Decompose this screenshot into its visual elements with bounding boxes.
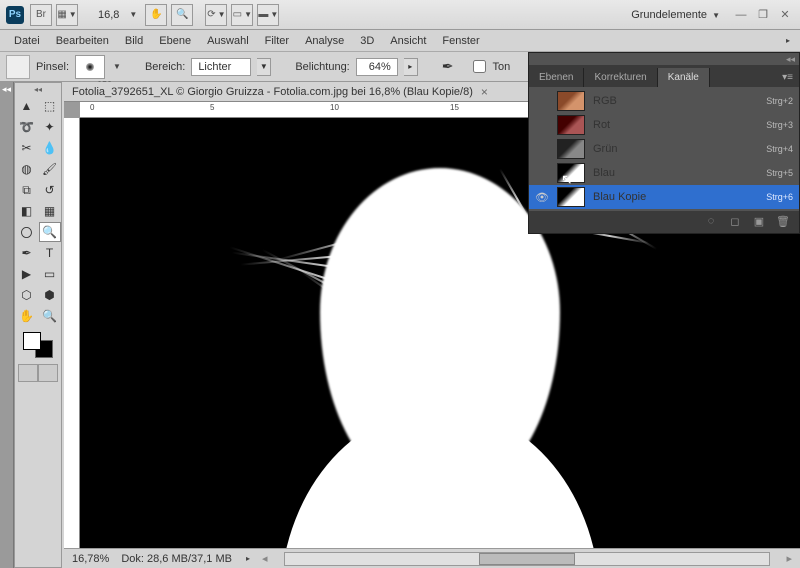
close-tab-icon[interactable]: × [481, 85, 488, 99]
wand-tool[interactable]: ✦ [39, 117, 61, 137]
pen-tool[interactable]: ✒ [16, 243, 38, 263]
menu-analyse[interactable]: Analyse [297, 32, 352, 50]
range-label: Bereich: [145, 61, 185, 73]
current-tool-icon[interactable] [6, 55, 30, 79]
stamp-tool[interactable]: ⧉ [16, 180, 38, 200]
arrange-icon[interactable]: ▭▼ [231, 4, 253, 26]
channel-blau[interactable]: BlauStrg+5 [529, 161, 799, 185]
heal-tool[interactable]: ◍ [16, 159, 38, 179]
panel-footer: ◌ ◻ ▣ 🗑 [529, 211, 799, 233]
menu-3d[interactable]: 3D [352, 32, 382, 50]
exposure-label: Belichtung: [295, 61, 349, 73]
minimize-button[interactable]: — [732, 7, 750, 23]
channels-panel: ◂◂ Ebenen Korrekturen Kanäle ▾≡ RGBStrg+… [528, 52, 800, 234]
visibility-toggle[interactable] [535, 118, 549, 132]
app-logo-icon: Ps [6, 6, 24, 24]
3d-tool[interactable]: ⬡ [16, 285, 38, 305]
exposure-field[interactable]: 64% [356, 58, 398, 76]
panel-collapse-icon[interactable]: ◂◂ [786, 54, 795, 65]
brush-tool[interactable]: 🖌 [39, 159, 61, 179]
screen-mode-icon[interactable]: ▬▼ [257, 4, 279, 26]
menu-auswahl[interactable]: Auswahl [199, 32, 257, 50]
eyedropper-tool[interactable]: 💧 [39, 138, 61, 158]
path-select-tool[interactable]: ▶ [16, 264, 38, 284]
range-select[interactable]: Lichter [191, 58, 251, 76]
status-bar: 16,78% Dok: 28,6 MB/37,1 MB▸ ◂ ▸ [64, 548, 800, 568]
quick-mask-toggle[interactable] [18, 364, 58, 382]
menu-bearbeiten[interactable]: Bearbeiten [48, 32, 117, 50]
zoom-status[interactable]: 16,78% [72, 553, 109, 565]
eraser-tool[interactable]: ◧ [16, 201, 38, 221]
new-channel-icon[interactable]: ▣ [751, 215, 767, 229]
close-button[interactable]: ✕ [776, 7, 794, 23]
menu-bild[interactable]: Bild [117, 32, 151, 50]
blur-tool[interactable]: 〇 [16, 222, 38, 242]
doc-size-status[interactable]: Dok: 28,6 MB/37,1 MB [121, 553, 232, 565]
visibility-toggle[interactable] [535, 166, 549, 180]
restore-button[interactable]: ❐ [754, 7, 772, 23]
toolbox: ◂◂ ▲⬚ ➰✦ ✂💧 ◍🖌 ⧉↺ ◧▦ 〇🔍 ✒T ▶▭ ⬡⬢ ✋🔍 [14, 82, 62, 568]
lasso-tool[interactable]: ➰ [16, 117, 38, 137]
tab-kanaele[interactable]: Kanäle [658, 68, 710, 87]
color-swatches[interactable] [23, 332, 53, 358]
visibility-toggle[interactable] [535, 142, 549, 156]
menu-fenster[interactable]: Fenster [434, 32, 487, 50]
marquee-tool[interactable]: ⬚ [39, 96, 61, 116]
channel-rgb[interactable]: RGBStrg+2 [529, 89, 799, 113]
channel-gruen[interactable]: GrünStrg+4 [529, 137, 799, 161]
3d-camera-tool[interactable]: ⬢ [39, 285, 61, 305]
collapsed-panel-strip[interactable]: ◂◂ [0, 82, 14, 568]
zoom-tool2[interactable]: 🔍 [39, 306, 61, 326]
menu-ebene[interactable]: Ebene [151, 32, 199, 50]
type-tool[interactable]: T [39, 243, 61, 263]
rotate-view-icon[interactable]: ⟳▼ [205, 4, 227, 26]
delete-channel-icon[interactable]: 🗑 [775, 215, 791, 229]
menu-filter[interactable]: Filter [257, 32, 297, 50]
history-brush-tool[interactable]: ↺ [39, 180, 61, 200]
crop-tool[interactable]: ✂ [16, 138, 38, 158]
visibility-toggle[interactable]: 👁 [535, 190, 549, 204]
menu-datei[interactable]: Datei [6, 32, 48, 50]
zoom-tool-icon[interactable]: 🔍 [171, 4, 193, 26]
protect-tones-checkbox[interactable] [473, 60, 486, 73]
tab-korrekturen[interactable]: Korrekturen [584, 68, 657, 87]
ruler-vertical [64, 118, 80, 548]
save-selection-icon[interactable]: ◻ [727, 215, 743, 229]
panel-tabs: Ebenen Korrekturen Kanäle ▾≡ [529, 65, 799, 87]
channel-blau-kopie[interactable]: 👁Blau KopieStrg+6 [529, 185, 799, 209]
visibility-toggle[interactable] [535, 94, 549, 108]
airbrush-icon[interactable]: ✒ [442, 58, 454, 75]
gradient-tool[interactable]: ▦ [39, 201, 61, 221]
move-tool[interactable]: ▲ [16, 96, 38, 116]
hand-tool[interactable]: ✋ [16, 306, 38, 326]
horizontal-scrollbar[interactable] [284, 552, 771, 566]
minibridge-icon[interactable]: ▦▼ [56, 4, 78, 26]
protect-label: Ton [492, 61, 510, 73]
menu-bar: Datei Bearbeiten Bild Ebene Auswahl Filt… [0, 30, 800, 52]
zoom-display[interactable]: 16,8 [98, 9, 119, 21]
workspace-selector[interactable]: Grundelemente ▼ [623, 7, 728, 23]
dodge-tool[interactable]: 🔍 [39, 222, 61, 242]
tab-ebenen[interactable]: Ebenen [529, 68, 584, 87]
titlebar: Ps Br ▦▼ 16,8▼ ✋ 🔍 ⟳▼ ▭▼ ▬▼ Grundelement… [0, 0, 800, 30]
menu-overflow-icon[interactable]: ▸ [786, 36, 790, 45]
shape-tool[interactable]: ▭ [39, 264, 61, 284]
brush-preview[interactable]: 258 [75, 55, 105, 79]
panel-menu-icon[interactable]: ▾≡ [776, 68, 799, 87]
bridge-icon[interactable]: Br [30, 4, 52, 26]
brush-label: Pinsel: [36, 61, 69, 73]
menu-ansicht[interactable]: Ansicht [382, 32, 434, 50]
load-selection-icon[interactable]: ◌ [703, 215, 719, 229]
hand-tool-icon[interactable]: ✋ [145, 4, 167, 26]
channel-list: RGBStrg+2 RotStrg+3 GrünStrg+4 BlauStrg+… [529, 87, 799, 211]
channel-rot[interactable]: RotStrg+3 [529, 113, 799, 137]
